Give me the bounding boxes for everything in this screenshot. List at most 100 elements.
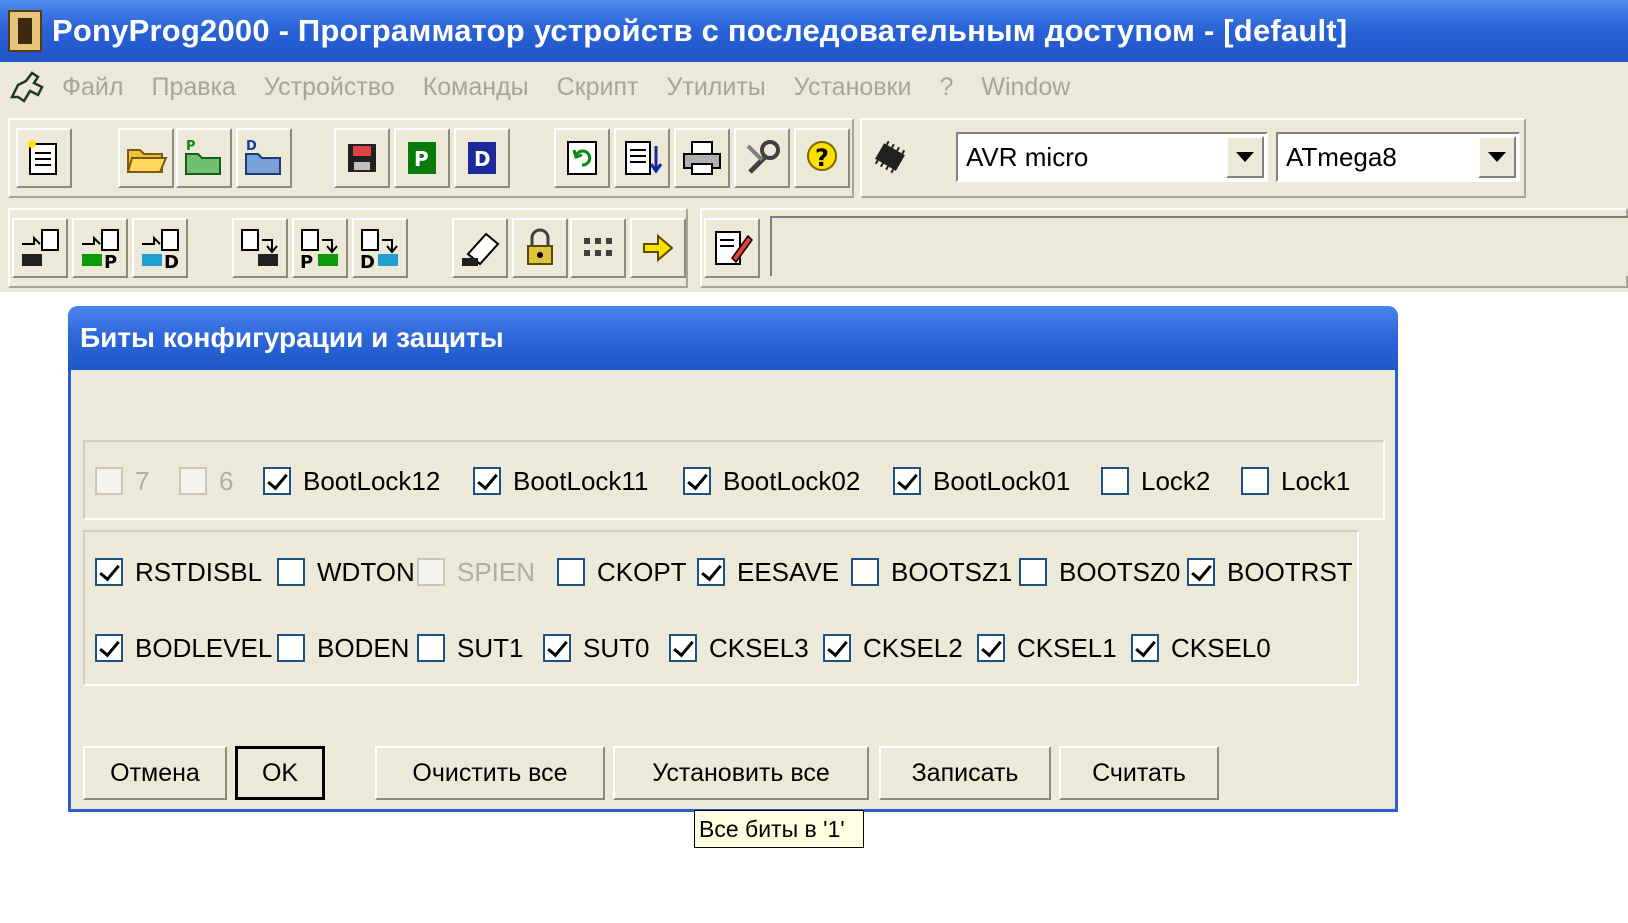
- checkbox-lock2[interactable]: Lock2: [1101, 461, 1210, 501]
- checkbox[interactable]: [1187, 558, 1215, 586]
- checkbox[interactable]: [473, 467, 501, 495]
- svg-text:D: D: [246, 139, 257, 154]
- ok-button[interactable]: OK: [235, 746, 325, 800]
- checkbox[interactable]: [543, 634, 571, 662]
- menu-setup[interactable]: Установки: [794, 73, 912, 102]
- checkbox-sut1[interactable]: SUT1: [417, 628, 523, 668]
- read-data-button[interactable]: D: [132, 218, 188, 278]
- checkbox-rstdisbl[interactable]: RSTDISBL: [95, 552, 262, 592]
- checkbox-bootrst[interactable]: BOOTRST: [1187, 552, 1353, 592]
- checkbox[interactable]: [669, 634, 697, 662]
- menu-utilities[interactable]: Утилиты: [667, 73, 766, 102]
- device-chip-button[interactable]: [862, 128, 918, 188]
- toolbar-area: P D P D ? AVR micro ATmega8 P D P D: [0, 112, 1628, 292]
- checkbox-bootsz1[interactable]: BOOTSZ1: [851, 552, 1012, 592]
- checkbox[interactable]: [683, 467, 711, 495]
- checkbox-sut0[interactable]: SUT0: [543, 628, 649, 668]
- checkbox-bootsz0[interactable]: BOOTSZ0: [1019, 552, 1180, 592]
- security-bits-button[interactable]: [512, 218, 568, 278]
- checkbox[interactable]: [95, 558, 123, 586]
- open-program-file-button[interactable]: P: [176, 128, 232, 188]
- svg-text:P: P: [104, 252, 117, 270]
- write-button[interactable]: Записать: [879, 746, 1051, 800]
- checkbox-cksel2[interactable]: CKSEL2: [823, 628, 963, 668]
- fuse-bits-group: RSTDISBL WDTON SPIEN CKOPT EESAVE BOOTSZ…: [83, 530, 1359, 686]
- serial-number-button[interactable]: [570, 218, 626, 278]
- script-edit-button[interactable]: [704, 218, 760, 278]
- checkbox-eesave[interactable]: EESAVE: [697, 552, 839, 592]
- window-titlebar[interactable]: PonyProg2000 - Программатор устройств с …: [0, 0, 1628, 62]
- script-edit-icon: [715, 231, 753, 265]
- new-file-button[interactable]: [16, 128, 72, 188]
- checkbox[interactable]: [557, 558, 585, 586]
- read-all-button[interactable]: [12, 218, 68, 278]
- write-program-button[interactable]: P: [292, 218, 348, 278]
- checkbox-wdton[interactable]: WDTON: [277, 552, 415, 592]
- checkbox-ckopt[interactable]: CKOPT: [557, 552, 687, 592]
- dialog-title[interactable]: Биты конфигурации и защиты: [68, 306, 1398, 370]
- checkbox[interactable]: [263, 467, 291, 495]
- save-program-button[interactable]: P: [394, 128, 450, 188]
- checkbox[interactable]: [95, 634, 123, 662]
- edit-buffer-button[interactable]: [614, 128, 670, 188]
- checkbox-bootlock12[interactable]: BootLock12: [263, 461, 440, 501]
- menu-script[interactable]: Скрипт: [557, 73, 639, 102]
- help-button[interactable]: ?: [794, 128, 850, 188]
- checkbox-bodlevel[interactable]: BODLEVEL: [95, 628, 272, 668]
- script-path-field[interactable]: [770, 216, 1628, 276]
- open-file-button[interactable]: [118, 128, 174, 188]
- checkbox-bootlock01[interactable]: BootLock01: [893, 461, 1070, 501]
- program-button[interactable]: [630, 218, 686, 278]
- checkbox[interactable]: [1101, 467, 1129, 495]
- app-icon: [8, 10, 42, 52]
- checkbox[interactable]: [417, 634, 445, 662]
- chevron-down-icon[interactable]: [1478, 136, 1516, 178]
- checkbox[interactable]: [1131, 634, 1159, 662]
- menu-edit[interactable]: Правка: [151, 73, 235, 102]
- print-button[interactable]: [674, 128, 730, 188]
- device-model-value: ATmega8: [1286, 141, 1397, 172]
- erase-button[interactable]: [452, 218, 508, 278]
- save-button[interactable]: [334, 128, 390, 188]
- checkbox[interactable]: [1241, 467, 1269, 495]
- read-program-button[interactable]: P: [72, 218, 128, 278]
- system-menu-horse-icon[interactable]: [8, 67, 48, 107]
- cancel-button[interactable]: Отмена: [83, 746, 227, 800]
- menu-device[interactable]: Устройство: [264, 73, 395, 102]
- chevron-down-icon[interactable]: [1226, 136, 1264, 178]
- write-data-button[interactable]: D: [352, 218, 408, 278]
- save-data-button[interactable]: D: [454, 128, 510, 188]
- checkbox[interactable]: [851, 558, 879, 586]
- checkbox[interactable]: [893, 467, 921, 495]
- device-family-value: AVR micro: [966, 141, 1089, 172]
- checkbox[interactable]: [1019, 558, 1047, 586]
- checkbox[interactable]: [977, 634, 1005, 662]
- checkbox-bootlock11[interactable]: BootLock11: [473, 461, 648, 501]
- menu-window[interactable]: Window: [981, 73, 1070, 102]
- menu-help[interactable]: ?: [939, 73, 953, 102]
- checkbox[interactable]: [277, 634, 305, 662]
- clear-all-button[interactable]: Очистить все: [375, 746, 605, 800]
- checkbox[interactable]: [823, 634, 851, 662]
- device-model-select[interactable]: ATmega8: [1276, 132, 1520, 182]
- open-data-file-icon: D: [245, 139, 281, 175]
- checkbox-bootlock02[interactable]: BootLock02: [683, 461, 860, 501]
- device-family-select[interactable]: AVR micro: [956, 132, 1268, 182]
- security-bits-icon: [527, 228, 553, 265]
- checkbox-cksel3[interactable]: CKSEL3: [669, 628, 809, 668]
- checkbox-boden[interactable]: BODEN: [277, 628, 409, 668]
- save-icon: [348, 144, 376, 172]
- menu-commands[interactable]: Команды: [423, 73, 529, 102]
- checkbox[interactable]: [697, 558, 725, 586]
- menu-file[interactable]: Файл: [62, 73, 123, 102]
- write-all-button[interactable]: [232, 218, 288, 278]
- checkbox-cksel0[interactable]: CKSEL0: [1131, 628, 1271, 668]
- read-button[interactable]: Считать: [1059, 746, 1219, 800]
- reload-button[interactable]: [554, 128, 610, 188]
- checkbox-cksel1[interactable]: CKSEL1: [977, 628, 1117, 668]
- setup-button[interactable]: [734, 128, 790, 188]
- set-all-button[interactable]: Установить все: [613, 746, 869, 800]
- open-data-file-button[interactable]: D: [236, 128, 292, 188]
- checkbox[interactable]: [277, 558, 305, 586]
- checkbox-lock1[interactable]: Lock1: [1241, 461, 1350, 501]
